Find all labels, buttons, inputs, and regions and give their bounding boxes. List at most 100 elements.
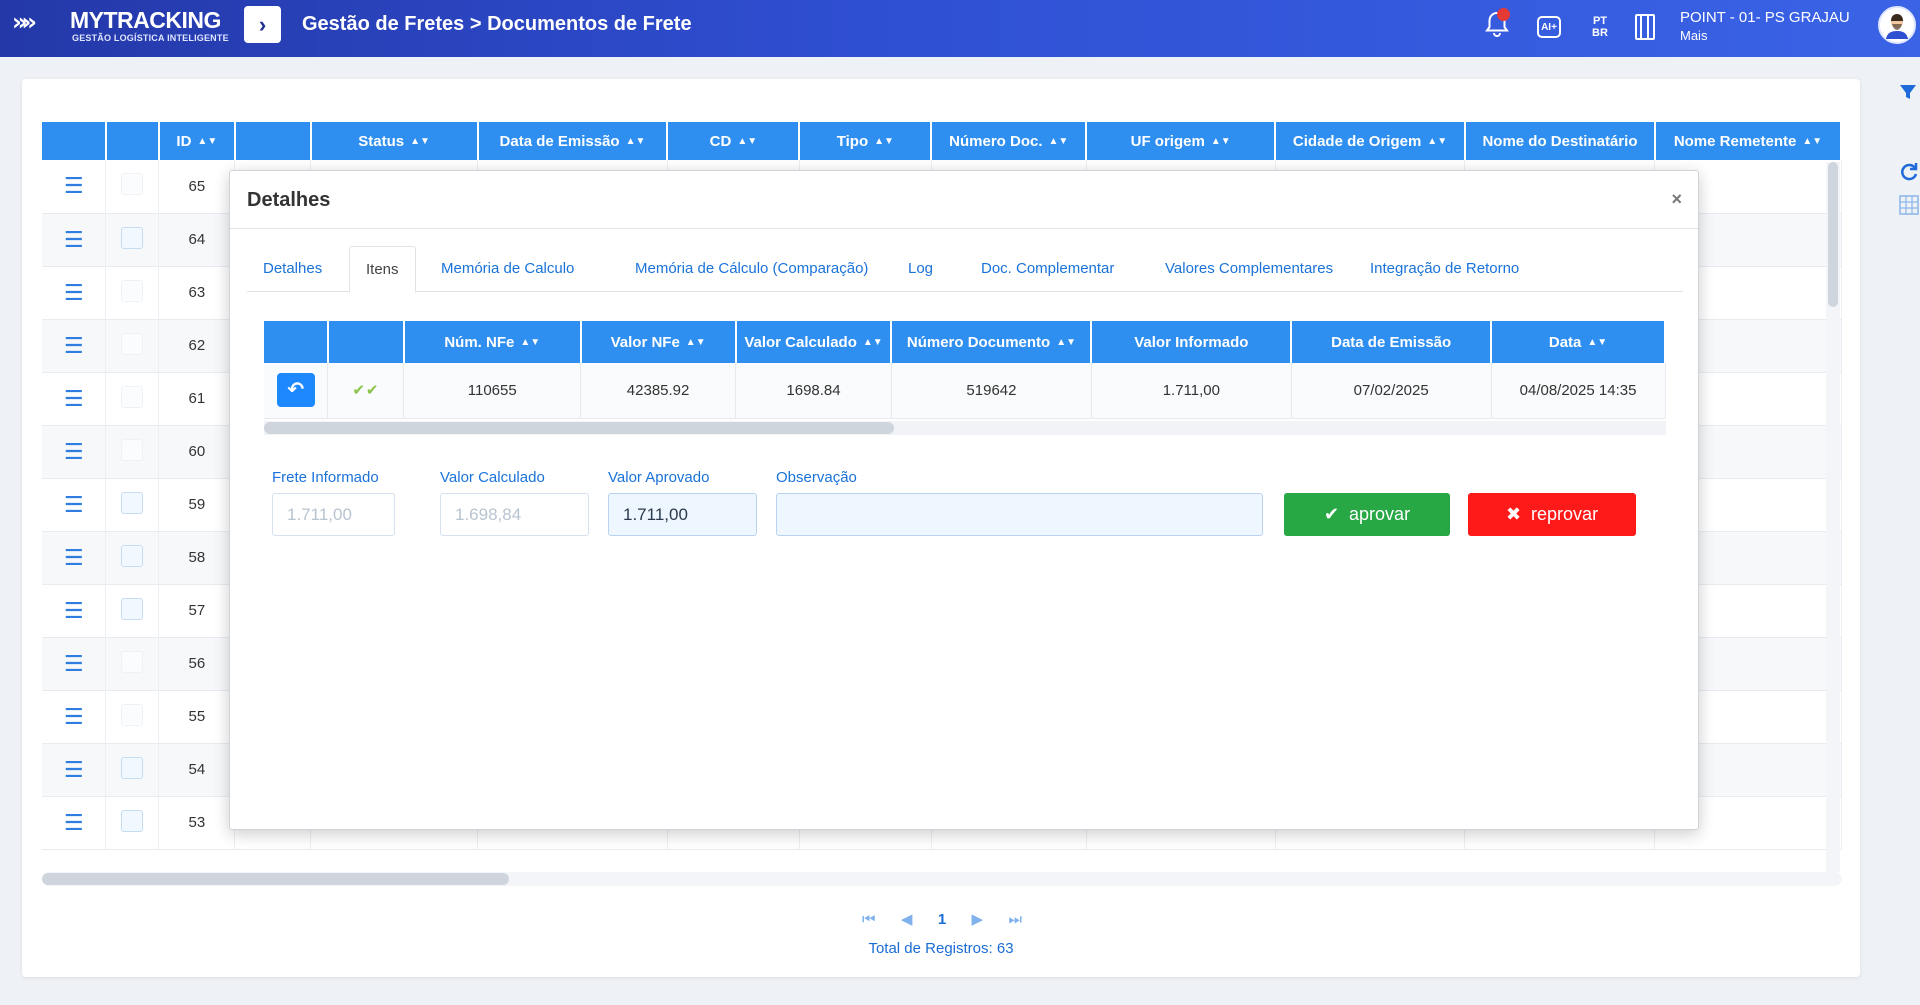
items-col-valor-calculado[interactable]: Valor Calculado ▲▼ bbox=[735, 321, 893, 363]
hamburger-menu-icon[interactable]: ☰ bbox=[64, 386, 84, 411]
items-cell-valor-nfe: 42385.92 bbox=[580, 363, 737, 419]
total-records: Total de Registros: 63 bbox=[868, 940, 1014, 957]
company-selector-button[interactable] bbox=[1630, 10, 1660, 44]
items-col-status bbox=[327, 321, 405, 363]
row-menu-cell: ☰ bbox=[42, 796, 107, 850]
hamburger-menu-icon[interactable]: ☰ bbox=[64, 439, 84, 464]
grid-vertical-scrollbar[interactable] bbox=[1826, 162, 1840, 872]
refresh-icon[interactable] bbox=[1898, 160, 1920, 188]
col-nome-remetente[interactable]: Nome Remetente ▲▼ bbox=[1654, 122, 1842, 160]
store-more-link[interactable]: Mais bbox=[1680, 28, 1850, 43]
menu-toggle-button[interactable]: › bbox=[244, 6, 281, 43]
hamburger-menu-icon[interactable]: ☰ bbox=[64, 704, 84, 729]
store-selector[interactable]: POINT - 01- PS GRAJAU Mais bbox=[1680, 9, 1850, 43]
last-page-icon[interactable]: ⏭ bbox=[1008, 911, 1022, 928]
current-page[interactable]: 1 bbox=[938, 911, 946, 928]
reject-button[interactable]: ✖ reprovar bbox=[1468, 493, 1636, 536]
scroll-thumb[interactable] bbox=[42, 873, 509, 885]
sort-icon: ▲▼ bbox=[520, 337, 541, 349]
filter-icon[interactable] bbox=[1898, 82, 1918, 108]
approve-button[interactable]: ✔ aprovar bbox=[1284, 493, 1450, 536]
tab-memoria-calculo[interactable]: Memória de Calculo bbox=[425, 246, 590, 292]
scroll-thumb[interactable] bbox=[1828, 162, 1838, 307]
row-checkbox[interactable] bbox=[121, 438, 144, 461]
close-icon[interactable]: × bbox=[1671, 189, 1682, 210]
valor-aprovado-input[interactable]: 1.711,00 bbox=[608, 493, 757, 536]
row-checkbox[interactable] bbox=[121, 544, 144, 567]
scroll-thumb[interactable] bbox=[264, 422, 894, 434]
items-col-data[interactable]: Data ▲▼ bbox=[1491, 321, 1666, 363]
row-checkbox[interactable] bbox=[121, 650, 144, 673]
row-id: 55 bbox=[158, 690, 236, 744]
pagination: ⏮ ◀ 1 ▶ ⏭ bbox=[862, 908, 1022, 930]
row-checkbox[interactable] bbox=[121, 597, 144, 620]
col-cidade-origem[interactable]: Cidade de Origem ▲▼ bbox=[1275, 122, 1466, 160]
tab-log[interactable]: Log bbox=[892, 246, 949, 292]
tab-valores-complementares[interactable]: Valores Complementares bbox=[1149, 246, 1349, 292]
row-menu-cell: ☰ bbox=[42, 319, 107, 373]
row-checkbox[interactable] bbox=[121, 491, 144, 514]
tab-integracao-retorno[interactable]: Integração de Retorno bbox=[1354, 246, 1535, 292]
modal-title: Detalhes bbox=[247, 189, 331, 211]
next-page-icon[interactable]: ▶ bbox=[972, 910, 984, 928]
prev-page-icon[interactable]: ◀ bbox=[901, 910, 913, 928]
user-avatar[interactable] bbox=[1878, 6, 1916, 44]
row-checkbox[interactable] bbox=[121, 226, 144, 249]
col-nome-destinatario[interactable]: Nome do Destinatário bbox=[1464, 122, 1656, 160]
hamburger-menu-icon[interactable]: ☰ bbox=[64, 545, 84, 570]
frete-informado-label: Frete Informado bbox=[272, 469, 379, 486]
valor-calculado-label: Valor Calculado bbox=[440, 469, 545, 486]
items-col-num-nfe[interactable]: Núm. NFe ▲▼ bbox=[403, 321, 582, 363]
row-checkbox[interactable] bbox=[121, 332, 144, 355]
sort-icon: ▲▼ bbox=[737, 136, 758, 148]
row-id: 57 bbox=[158, 584, 236, 638]
items-col-data-emissao: Data de Emissão bbox=[1291, 321, 1493, 363]
hamburger-menu-icon[interactable]: ☰ bbox=[64, 757, 84, 782]
row-checkbox[interactable] bbox=[121, 756, 144, 779]
row-checkbox[interactable] bbox=[121, 279, 144, 302]
hamburger-menu-icon[interactable]: ☰ bbox=[64, 333, 84, 358]
col-tipo[interactable]: Tipo ▲▼ bbox=[799, 122, 933, 160]
col-indicators bbox=[234, 122, 312, 160]
row-checkbox[interactable] bbox=[121, 809, 144, 832]
hamburger-menu-icon[interactable]: ☰ bbox=[64, 173, 84, 198]
col-uf-origem[interactable]: UF origem ▲▼ bbox=[1086, 122, 1277, 160]
col-status[interactable]: Status ▲▼ bbox=[310, 122, 479, 160]
hamburger-menu-icon[interactable]: ☰ bbox=[64, 598, 84, 623]
col-numero-doc[interactable]: Número Doc. ▲▼ bbox=[931, 122, 1088, 160]
tab-memoria-comparacao[interactable]: Memória de Cálculo (Comparação) bbox=[619, 246, 884, 292]
col-id[interactable]: ID ▲▼ bbox=[158, 122, 236, 160]
hamburger-menu-icon[interactable]: ☰ bbox=[64, 810, 84, 835]
notifications-button[interactable] bbox=[1480, 8, 1514, 44]
row-select-cell bbox=[105, 690, 160, 744]
language-selector[interactable]: PT BR bbox=[1585, 10, 1615, 44]
tab-detalhes[interactable]: Detalhes bbox=[247, 246, 338, 292]
items-col-valor-nfe[interactable]: Valor NFe ▲▼ bbox=[580, 321, 737, 363]
row-menu-cell: ☰ bbox=[42, 478, 107, 532]
x-icon: ✖ bbox=[1505, 504, 1522, 524]
undo-button[interactable]: ↶ bbox=[276, 373, 315, 408]
observacao-input[interactable] bbox=[776, 493, 1263, 536]
hamburger-menu-icon[interactable]: ☰ bbox=[64, 280, 84, 305]
tab-itens[interactable]: Itens bbox=[349, 246, 416, 293]
items-col-valor-informado: Valor Informado bbox=[1091, 321, 1293, 363]
col-cd[interactable]: CD ▲▼ bbox=[667, 122, 801, 160]
sort-icon: ▲▼ bbox=[410, 136, 430, 148]
grid-horizontal-scrollbar[interactable] bbox=[42, 872, 1842, 886]
hamburger-menu-icon[interactable]: ☰ bbox=[64, 492, 84, 517]
row-checkbox[interactable] bbox=[121, 703, 144, 726]
app-logo[interactable]: »» MYTRACKING GESTÃO LOGÍSTICA INTELIGEN… bbox=[12, 6, 232, 50]
items-col-numero-documento[interactable]: Número Documento ▲▼ bbox=[891, 321, 1093, 363]
row-checkbox[interactable] bbox=[121, 173, 144, 196]
hamburger-menu-icon[interactable]: ☰ bbox=[64, 227, 84, 252]
hamburger-menu-icon[interactable]: ☰ bbox=[64, 651, 84, 676]
calculator-icon[interactable] bbox=[1898, 194, 1920, 222]
first-page-icon[interactable]: ⏮ bbox=[862, 911, 876, 928]
ai-assistant-button[interactable]: AI+ bbox=[1532, 10, 1566, 44]
row-select-cell bbox=[105, 425, 160, 479]
col-data-emissao[interactable]: Data de Emissão ▲▼ bbox=[477, 122, 669, 160]
tab-doc-complementar[interactable]: Doc. Complementar bbox=[965, 246, 1130, 292]
items-horizontal-scrollbar[interactable] bbox=[264, 421, 1666, 435]
sort-icon: ▲▼ bbox=[862, 337, 883, 349]
row-checkbox[interactable] bbox=[121, 385, 144, 408]
